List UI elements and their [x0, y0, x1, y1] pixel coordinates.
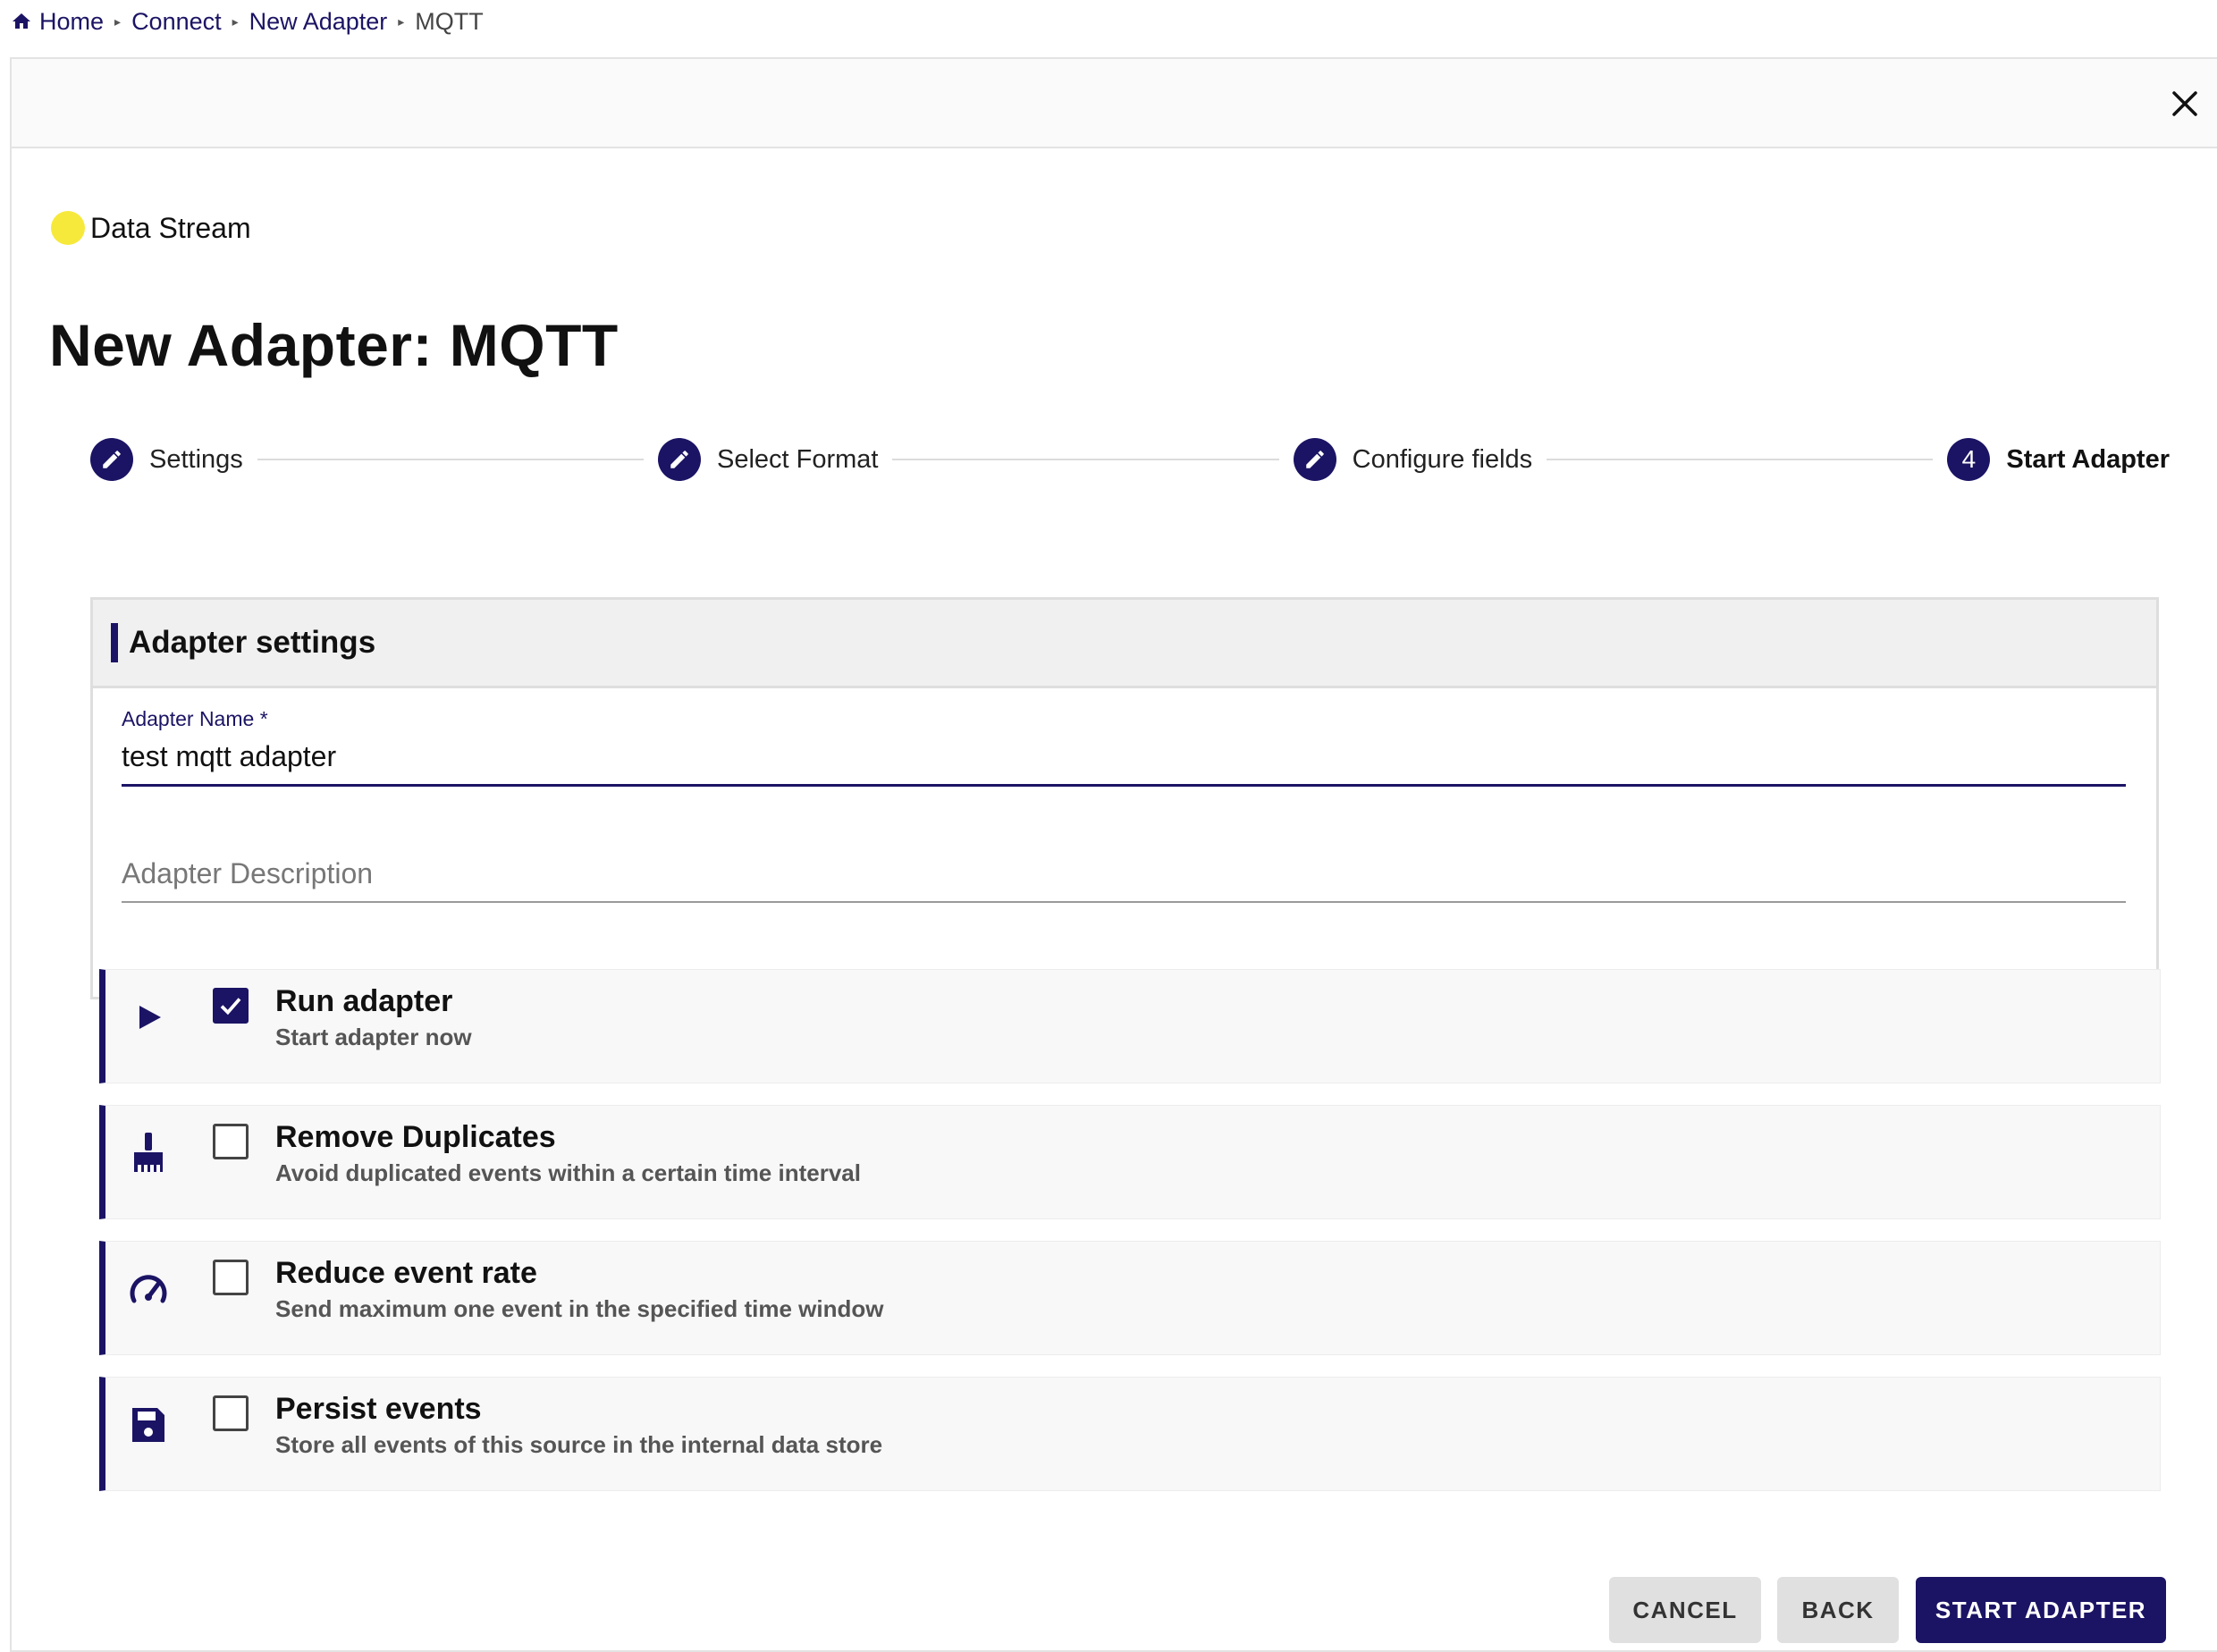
step-label: Select Format	[716, 444, 879, 474]
breadcrumb-home[interactable]: Home	[39, 8, 104, 36]
option-persist-events: Persist events Store all events of this …	[99, 1377, 2161, 1491]
stepper: Settings Select Format Configure fields …	[90, 433, 2170, 486]
option-description: Avoid duplicated events within a certain…	[275, 1159, 861, 1186]
adapter-settings-panel: Adapter settings Adapter Name *	[90, 597, 2159, 999]
adapter-name-input[interactable]	[122, 731, 2126, 787]
breadcrumb-connect[interactable]: Connect	[131, 8, 222, 36]
remove-duplicates-checkbox[interactable]	[213, 1124, 249, 1159]
option-reduce-event-rate: Reduce event rate Send maximum one event…	[99, 1241, 2161, 1355]
data-stream-text: Data Stream	[90, 211, 251, 244]
option-description: Send maximum one event in the specified …	[275, 1295, 884, 1322]
breadcrumb-current: MQTT	[415, 7, 484, 35]
run-adapter-checkbox[interactable]	[213, 988, 249, 1024]
option-run-adapter: Run adapter Start adapter now	[99, 969, 2161, 1083]
data-stream-dot	[51, 211, 85, 245]
step-label: Settings	[149, 444, 243, 474]
pencil-icon	[1293, 438, 1336, 481]
persist-events-checkbox[interactable]	[213, 1395, 249, 1431]
breadcrumb-separator: ▸	[398, 13, 405, 29]
cancel-button[interactable]: CANCEL	[1609, 1577, 1761, 1643]
adapter-name-label: Adapter Name *	[122, 707, 268, 730]
dialog-header	[12, 59, 2217, 148]
start-adapter-button[interactable]: START ADAPTER	[1916, 1577, 2166, 1643]
breadcrumb-new-adapter[interactable]: New Adapter	[249, 8, 388, 36]
close-icon[interactable]	[2167, 86, 2203, 122]
option-title: Run adapter	[275, 984, 453, 1018]
pencil-icon	[90, 438, 133, 481]
new-adapter-dialog: Data Stream New Adapter: MQTT Settings S…	[10, 57, 2217, 1652]
step-connector	[1547, 459, 1934, 460]
step-label: Configure fields	[1352, 444, 1533, 474]
back-button[interactable]: BACK	[1777, 1577, 1899, 1643]
step-label: Start Adapter	[2006, 444, 2170, 474]
adapter-settings-header: Adapter settings	[93, 600, 2156, 688]
play-icon	[139, 1006, 161, 1029]
breadcrumb-separator: ▸	[232, 13, 239, 29]
option-description: Start adapter now	[275, 1024, 472, 1050]
adapter-description-field	[122, 848, 2126, 903]
step-connector	[892, 459, 1279, 460]
adapter-name-field: Adapter Name *	[122, 707, 2126, 787]
option-description: Store all events of this source in the i…	[275, 1431, 883, 1458]
option-title: Remove Duplicates	[275, 1120, 556, 1154]
adapter-settings-heading: Adapter settings	[129, 625, 376, 660]
pencil-icon	[657, 438, 701, 481]
breadcrumb-separator: ▸	[114, 13, 122, 29]
speedometer-icon	[130, 1275, 167, 1303]
option-title: Persist events	[275, 1392, 482, 1426]
broom-icon	[134, 1133, 163, 1172]
step-start-adapter[interactable]: 4 Start Adapter	[1947, 438, 2170, 481]
step-settings[interactable]: Settings	[90, 438, 243, 481]
breadcrumb: Home ▸ Connect ▸ New Adapter ▸ MQTT	[11, 4, 484, 39]
adapter-description-input[interactable]	[122, 848, 2126, 903]
step-connector	[257, 459, 644, 460]
page-title: New Adapter: MQTT	[49, 312, 619, 378]
data-stream-label: Data Stream	[51, 211, 251, 245]
option-remove-duplicates: Remove Duplicates Avoid duplicated event…	[99, 1105, 2161, 1219]
reduce-event-rate-checkbox[interactable]	[213, 1260, 249, 1295]
accent-bar	[111, 623, 118, 662]
save-icon	[132, 1408, 164, 1442]
home-icon[interactable]	[11, 11, 32, 32]
option-title: Reduce event rate	[275, 1256, 537, 1290]
step-number: 4	[1947, 438, 1991, 481]
step-configure-fields[interactable]: Configure fields	[1293, 438, 1533, 481]
step-select-format[interactable]: Select Format	[657, 438, 879, 481]
